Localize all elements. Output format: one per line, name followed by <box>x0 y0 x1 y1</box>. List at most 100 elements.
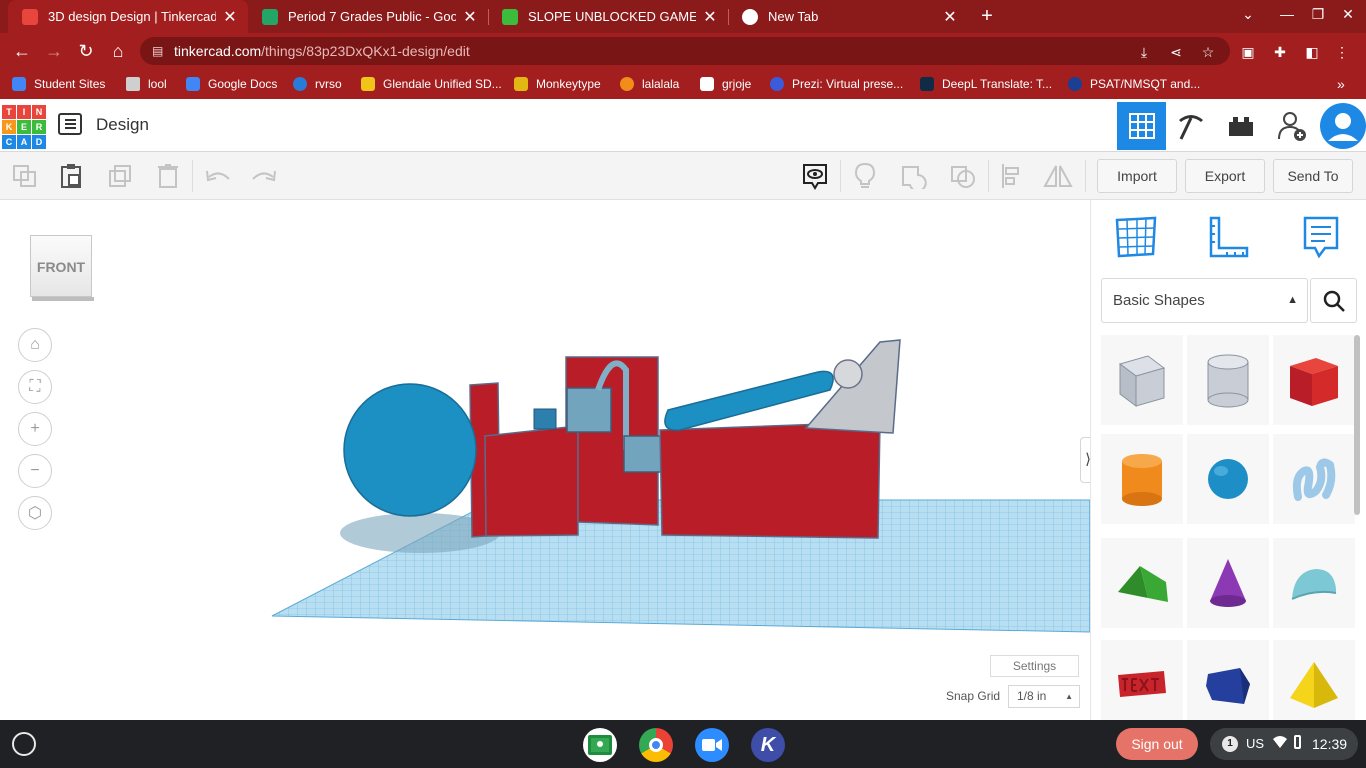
align-button[interactable] <box>997 162 1027 190</box>
perspective-button[interactable]: ⬡ <box>18 496 52 530</box>
bricks-button[interactable] <box>1216 102 1265 150</box>
send-to-button[interactable]: Send To <box>1273 159 1353 193</box>
extension-icon[interactable]: ▣ <box>1239 43 1257 61</box>
shape-search-button[interactable] <box>1310 278 1357 323</box>
address-bar[interactable]: ▤ tinkercad.com/things/83p23DxQKx1-desig… <box>140 37 1230 65</box>
close-tab-icon[interactable]: ✕ <box>222 7 238 27</box>
fit-view-button[interactable]: ⛶ <box>18 370 52 404</box>
classroom-app-icon[interactable] <box>583 728 617 762</box>
notes-button[interactable] <box>800 162 830 190</box>
bookmark-lalalala[interactable]: lalalala <box>620 75 679 93</box>
shape-cone[interactable] <box>1187 538 1269 628</box>
import-button[interactable]: Import <box>1097 159 1177 193</box>
close-tab-icon[interactable]: ✕ <box>462 7 478 27</box>
tab-new-tab[interactable]: New Tab ✕ <box>728 0 968 33</box>
share-icon[interactable]: ⋖ <box>1167 43 1185 61</box>
glass-panel-shape[interactable] <box>566 387 612 433</box>
reload-icon[interactable]: ↻ <box>74 39 98 63</box>
light-button[interactable] <box>850 162 880 190</box>
copy-button[interactable] <box>10 162 40 190</box>
workplane-tool[interactable] <box>1113 214 1159 260</box>
install-icon[interactable]: ⤓ <box>1135 43 1153 61</box>
extensions-puzzle-icon[interactable]: ✚ <box>1271 43 1289 61</box>
shape-round-roof[interactable] <box>1273 538 1355 628</box>
design-title[interactable]: Design <box>96 115 149 135</box>
bookmark-star-icon[interactable]: ☆ <box>1199 43 1217 61</box>
zoom-in-button[interactable]: + <box>18 412 52 446</box>
red-base-shape[interactable] <box>659 421 881 539</box>
bookmark-rvrso[interactable]: rvrso <box>293 75 342 93</box>
shape-pyramid[interactable] <box>1273 640 1355 720</box>
tab-grades-sheet[interactable]: Period 7 Grades Public - Google ✕ <box>248 0 488 33</box>
zoom-app-icon[interactable] <box>695 728 729 762</box>
bookmark-student-sites[interactable]: Student Sites <box>12 75 105 93</box>
bookmark-lool[interactable]: lool <box>126 75 167 93</box>
tab-tinkercad[interactable]: 3D design Design | Tinkercad ✕ <box>8 0 248 33</box>
redo-button[interactable] <box>249 162 279 190</box>
tab-slope[interactable]: SLOPE UNBLOCKED GAMEZ ✕ <box>488 0 728 33</box>
bookmark-monkeytype[interactable]: Monkeytype <box>514 75 601 93</box>
profile-button[interactable] <box>1318 102 1366 150</box>
close-tab-icon[interactable]: ✕ <box>942 7 958 27</box>
view-cube[interactable]: FRONT <box>30 235 94 301</box>
group-button[interactable] <box>899 162 929 190</box>
3d-view-button[interactable] <box>1117 102 1166 150</box>
invite-user-button[interactable] <box>1267 102 1316 150</box>
shape-text[interactable] <box>1101 640 1183 720</box>
site-info-icon[interactable]: ▤ <box>152 37 163 65</box>
shape-cylinder-hole[interactable] <box>1187 335 1269 425</box>
more-bookmarks-icon[interactable]: » <box>1337 75 1345 93</box>
restore-icon[interactable]: ❐ <box>1307 6 1329 23</box>
glass-box-shape[interactable] <box>623 435 665 473</box>
workplane-canvas[interactable]: FRONT ⌂ ⛶ + − ⬡ Settings Snap Grid 1/8 i… <box>0 200 1090 720</box>
blue-sphere-shape[interactable] <box>343 383 477 517</box>
minecraft-pickaxe-button[interactable] <box>1166 102 1215 150</box>
back-icon[interactable]: ← <box>10 39 34 63</box>
mirror-button[interactable] <box>1043 162 1073 190</box>
shape-category-select[interactable]: Basic Shapes ▲▼ <box>1101 278 1308 349</box>
export-button[interactable]: Export <box>1185 159 1265 193</box>
paste-button[interactable] <box>56 162 86 190</box>
shape-sphere[interactable] <box>1187 434 1269 524</box>
shape-roof[interactable] <box>1101 538 1183 628</box>
3d-scene[interactable] <box>0 200 1090 720</box>
bookmark-psat[interactable]: PSAT/NMSQT and... <box>1068 75 1200 93</box>
snap-grid-select[interactable]: 1/8 in ▲ <box>1008 685 1080 708</box>
settings-button[interactable]: Settings <box>990 655 1079 677</box>
blue-cylinder-shape[interactable] <box>664 370 834 431</box>
shape-cylinder[interactable] <box>1101 434 1183 524</box>
sign-out-button[interactable]: Sign out <box>1116 728 1198 760</box>
small-blue-box-shape[interactable] <box>533 408 557 430</box>
bookmark-glendale[interactable]: Glendale Unified SD... <box>361 75 502 93</box>
bookmark-google-docs[interactable]: Google Docs <box>186 75 277 93</box>
delete-button[interactable] <box>153 162 183 190</box>
forward-icon[interactable]: → <box>42 39 66 63</box>
view-cube-front[interactable]: FRONT <box>30 235 92 297</box>
side-panel-icon[interactable]: ◧ <box>1303 43 1321 61</box>
duplicate-button[interactable] <box>105 162 135 190</box>
undo-button[interactable] <box>203 162 233 190</box>
zoom-out-button[interactable]: − <box>18 454 52 488</box>
k-app-icon[interactable]: K <box>751 728 785 762</box>
minimize-icon[interactable]: — <box>1276 6 1298 22</box>
shape-box-hole[interactable] <box>1101 335 1183 425</box>
home-view-button[interactable]: ⌂ <box>18 328 52 362</box>
ungroup-button[interactable] <box>948 162 978 190</box>
panel-scrollbar[interactable] <box>1354 335 1360 515</box>
shape-polygon[interactable] <box>1187 640 1269 720</box>
gray-ball-shape[interactable] <box>833 359 863 389</box>
design-menu-icon[interactable] <box>58 113 82 135</box>
close-window-icon[interactable]: ✕ <box>1337 6 1359 23</box>
status-tray[interactable]: 1 US 12:39 <box>1210 728 1358 760</box>
shape-box[interactable] <box>1273 335 1355 425</box>
new-tab-button[interactable]: + <box>975 5 999 27</box>
ruler-tool[interactable] <box>1205 214 1251 260</box>
close-tab-icon[interactable]: ✕ <box>702 7 718 27</box>
bookmark-deepl[interactable]: DeepL Translate: T... <box>920 75 1052 93</box>
chrome-menu-icon[interactable]: ⋮ <box>1333 43 1351 61</box>
chrome-app-icon[interactable] <box>639 728 673 762</box>
notes-tool[interactable] <box>1297 214 1343 260</box>
shape-scribble[interactable] <box>1273 434 1355 524</box>
launcher-button[interactable] <box>12 732 36 756</box>
bookmark-grjoje[interactable]: grjoje <box>700 75 751 93</box>
